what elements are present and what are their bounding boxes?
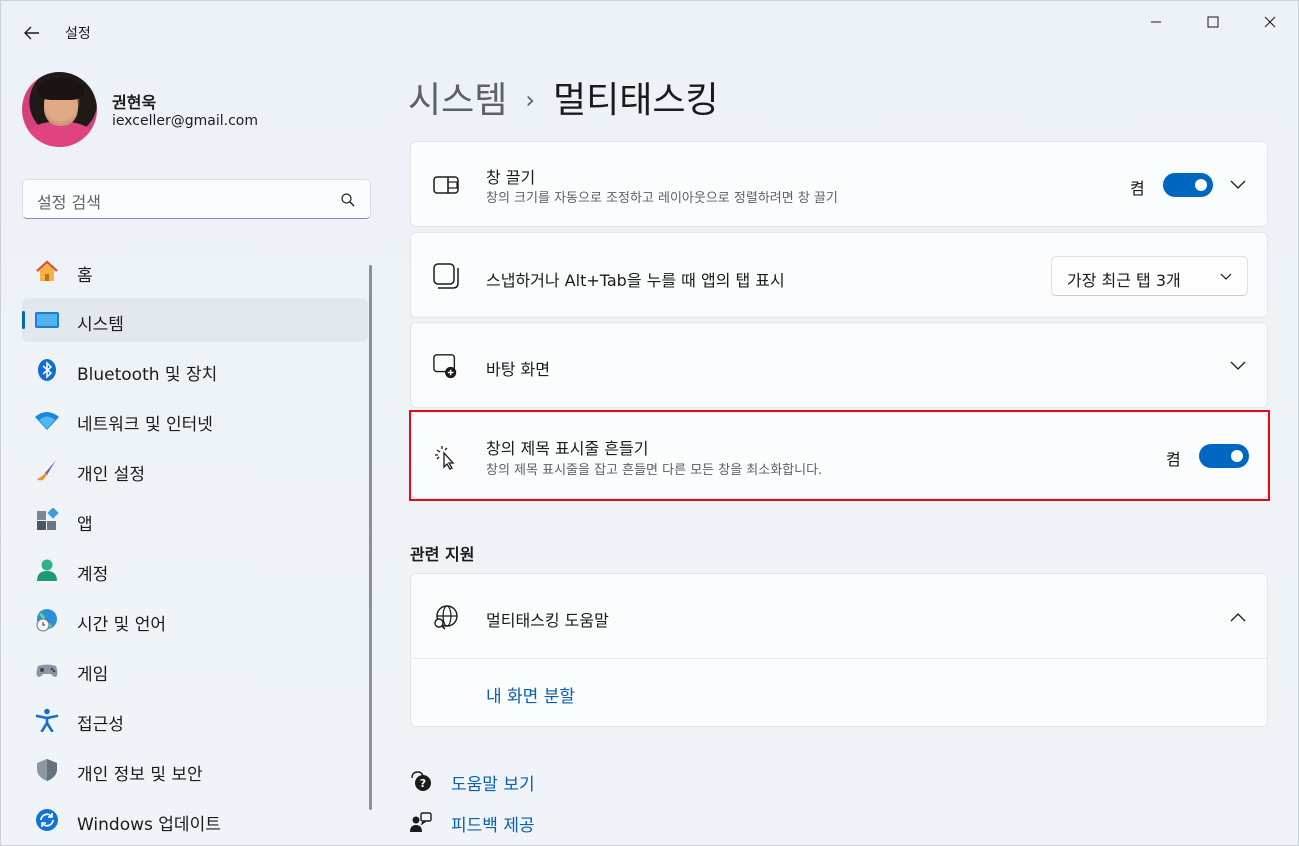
sidebar-item-personalization[interactable]: 개인 설정 xyxy=(22,448,368,492)
sidebar-item-label: Bluetooth 및 장치 xyxy=(77,365,218,385)
chevron-down-icon[interactable] xyxy=(1228,175,1248,195)
feedback-icon xyxy=(410,810,432,834)
title-bar: 설정 xyxy=(1,1,1299,59)
split-screen-link[interactable]: 내 화면 분할 xyxy=(486,682,575,707)
sidebar-item-label: 시간 및 언어 xyxy=(77,615,167,635)
globe-clock-icon xyxy=(34,608,60,632)
globe-search-icon xyxy=(433,604,459,630)
sidebar-item-bluetooth[interactable]: Bluetooth 및 장치 xyxy=(22,348,368,392)
window-tabs-icon xyxy=(433,263,459,289)
sidebar-scrollbar[interactable] xyxy=(369,265,372,810)
apps-icon xyxy=(34,508,60,532)
search-input[interactable]: 설정 검색 xyxy=(22,179,371,219)
help-icon: ? xyxy=(410,769,432,793)
virtual-desktop-icon xyxy=(433,353,459,379)
sidebar-item-windows-update[interactable]: Windows 업데이트 xyxy=(22,798,368,842)
system-icon xyxy=(34,308,60,332)
related-support-heading: 관련 지원 xyxy=(410,545,475,564)
user-name: 권현욱 xyxy=(112,93,157,112)
snap-toggle[interactable] xyxy=(1163,173,1213,197)
update-icon xyxy=(34,808,60,832)
sidebar-item-label: 앱 xyxy=(77,515,93,535)
snap-windows-card[interactable]: 창 끌기 창의 크기를 자동으로 조정하고 레이아웃으로 정렬하려면 창 끌기 … xyxy=(410,141,1268,227)
account-icon xyxy=(34,558,60,582)
svg-text:?: ? xyxy=(420,777,426,790)
sidebar-item-network[interactable]: 네트워크 및 인터넷 xyxy=(22,398,368,442)
settings-window: 설정 권현욱 iexceller@gmail.com 설정 검색 홈 시스템 B… xyxy=(0,0,1299,846)
help-divider xyxy=(411,658,1267,659)
sidebar-item-label: 홈 xyxy=(77,266,93,286)
maximize-icon xyxy=(1207,16,1219,28)
desktops-card[interactable]: 바탕 화면 xyxy=(410,322,1268,408)
sidebar-item-label: 계정 xyxy=(77,565,109,585)
close-button[interactable] xyxy=(1247,7,1293,37)
search-placeholder: 설정 검색 xyxy=(37,193,101,212)
sidebar-item-privacy[interactable]: 개인 정보 및 보안 xyxy=(22,748,368,792)
active-indicator xyxy=(22,311,25,329)
sidebar-item-apps[interactable]: 앱 xyxy=(22,498,368,542)
snap-toggle-state: 켬 xyxy=(1130,179,1145,198)
avatar[interactable] xyxy=(22,72,97,147)
chevron-down-icon[interactable] xyxy=(1228,356,1248,376)
sidebar-item-label: 개인 정보 및 보안 xyxy=(77,765,203,785)
chevron-down-icon xyxy=(1220,273,1232,280)
sidebar-item-label: 접근성 xyxy=(77,715,124,735)
help-title: 멀티태스킹 도움말 xyxy=(486,611,609,630)
user-email: iexceller@gmail.com xyxy=(112,113,258,129)
alt-tab-title: 스냅하거나 Alt+Tab을 누를 때 앱의 탭 표시 xyxy=(486,271,785,290)
feedback-label: 피드백 제공 xyxy=(451,816,535,836)
alt-tab-dropdown-value: 가장 최근 탭 3개 xyxy=(1067,271,1181,290)
alt-tab-dropdown[interactable]: 가장 최근 탭 3개 xyxy=(1051,256,1248,296)
desktops-title: 바탕 화면 xyxy=(486,360,550,379)
back-button[interactable] xyxy=(19,21,45,45)
gamepad-icon xyxy=(34,658,60,682)
shield-icon xyxy=(34,758,60,782)
page-title: 멀티태스킹 xyxy=(552,80,719,121)
back-arrow-icon xyxy=(24,26,39,40)
maximize-button[interactable] xyxy=(1190,7,1236,37)
sidebar-item-system[interactable]: 시스템 xyxy=(22,298,368,342)
breadcrumb-separator: › xyxy=(525,86,535,114)
minimize-icon xyxy=(1151,21,1161,23)
close-icon xyxy=(1264,16,1276,28)
home-icon xyxy=(34,259,60,283)
breadcrumb-parent[interactable]: 시스템 xyxy=(408,80,507,121)
snap-layout-icon xyxy=(433,172,459,198)
app-title: 설정 xyxy=(65,26,91,42)
sidebar-item-accessibility[interactable]: 접근성 xyxy=(22,698,368,742)
bluetooth-icon xyxy=(34,358,60,382)
snap-windows-title: 창 끌기 xyxy=(486,168,536,187)
sidebar-item-label: 개인 설정 xyxy=(77,465,145,485)
sidebar-item-label: 네트워크 및 인터넷 xyxy=(77,415,213,435)
alt-tab-card: 스냅하거나 Alt+Tab을 누를 때 앱의 탭 표시 가장 최근 탭 3개 xyxy=(410,232,1268,318)
multitasking-help-card: 멀티태스킹 도움말 내 화면 분할 xyxy=(410,573,1268,727)
chevron-up-icon[interactable] xyxy=(1228,607,1248,627)
sidebar-item-label: 시스템 xyxy=(77,315,124,335)
sidebar-item-label: 게임 xyxy=(77,665,109,685)
sidebar-item-time-language[interactable]: 시간 및 언어 xyxy=(22,598,368,642)
get-help-label: 도움말 보기 xyxy=(451,775,535,795)
highlight-box xyxy=(409,410,1270,501)
sidebar-item-label: Windows 업데이트 xyxy=(77,815,221,835)
sidebar-item-accounts[interactable]: 계정 xyxy=(22,548,368,592)
search-icon[interactable] xyxy=(340,192,356,208)
snap-windows-subtitle: 창의 크기를 자동으로 조정하고 레이아웃으로 정렬하려면 창 끌기 xyxy=(486,191,838,206)
brush-icon xyxy=(34,458,60,482)
minimize-button[interactable] xyxy=(1133,7,1179,37)
wifi-icon xyxy=(34,408,60,432)
breadcrumb: 시스템 › 멀티태스킹 xyxy=(408,71,719,121)
accessibility-icon xyxy=(34,708,60,732)
sidebar-item-gaming[interactable]: 게임 xyxy=(22,648,368,692)
sidebar-item-home[interactable]: 홈 xyxy=(22,249,368,293)
